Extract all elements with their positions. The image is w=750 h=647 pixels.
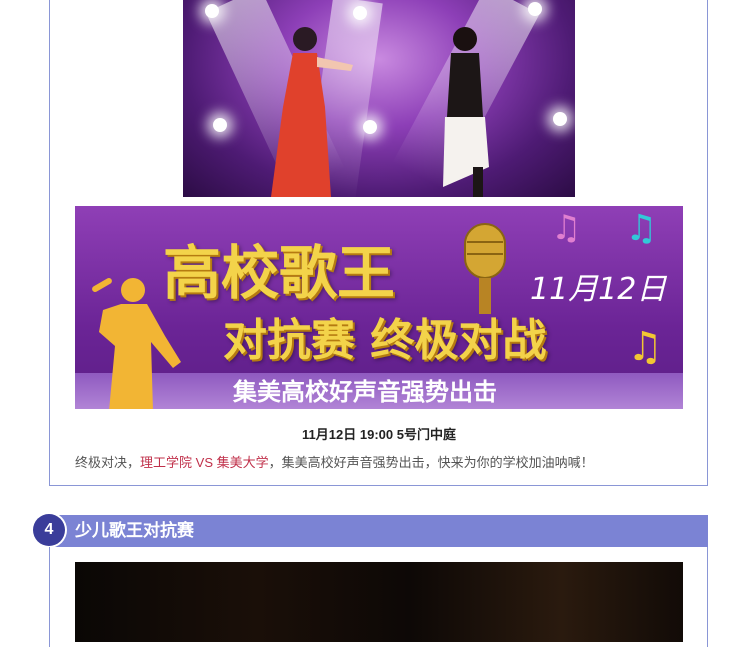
stage-photo [75,562,683,642]
banner-subtitle: 集美高校好声音强势出击 [233,378,497,406]
section-title: 少儿歌王对抗赛 [75,521,194,540]
event-description: 终极对决，理工学院 VS 集美大学，集美高校好声音强势出击，快来为你的学校加油呐… [75,452,594,471]
music-note-icon: ♫ [551,208,582,248]
singing-contest-banner: ♫ ♫ ♫ 高校歌王 对抗赛 终极对战 11月12日 集美高校好声音强势出击 [75,206,683,409]
description-prefix: 终极对决， [75,455,141,470]
singer-right [443,27,489,197]
concert-photo [183,0,575,197]
banner-title-line2: 对抗赛 终极对战 [223,315,547,366]
team-a: 理工学院 [140,455,193,470]
music-note-icon: ♫ [625,208,658,249]
banner-date: 11月12日 [530,272,667,307]
banner-title: 高校歌王 [163,239,396,307]
event-time-location: 11月12日 19:00 5号门中庭 [302,427,456,442]
versus-text: VS [192,455,217,470]
description-suffix: ，集美高校好声音强势出击，快来为你的学校加油呐喊！ [268,455,594,470]
section-number-badge: 4 [33,514,65,546]
team-b: 集美大学 [216,455,269,470]
music-note-icon: ♫ [627,324,663,370]
singer-left [271,27,353,197]
